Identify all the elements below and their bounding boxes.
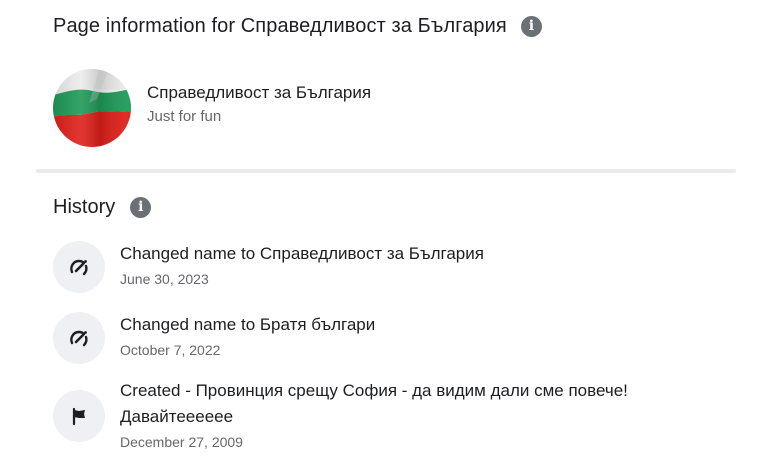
history-item-date: June 30, 2023 bbox=[120, 271, 209, 287]
page-info-title: Page information for Справедливост за Бъ… bbox=[53, 14, 507, 37]
history-item-text: Created - Провинция срещу София - да вид… bbox=[120, 378, 740, 452]
name-change-icon bbox=[53, 241, 105, 293]
bulgarian-flag-image bbox=[53, 69, 131, 147]
section-divider bbox=[36, 169, 736, 173]
page-info-panel: Page information for Справедливост за Бъ… bbox=[0, 0, 770, 462]
page-avatar[interactable] bbox=[53, 69, 131, 147]
info-icon[interactable]: i bbox=[130, 196, 152, 218]
history-header: History i bbox=[53, 193, 152, 221]
history-item: Changed name to Братя българи October 7,… bbox=[53, 312, 740, 364]
page-info-header: Page information for Справедливост за Бъ… bbox=[53, 11, 542, 41]
name-change-icon bbox=[53, 312, 105, 364]
history-item-date: October 7, 2022 bbox=[120, 342, 221, 358]
page-name[interactable]: Справедливост за България bbox=[147, 82, 371, 104]
history-item: Created - Провинция срещу София - да вид… bbox=[53, 378, 740, 452]
history-item-title: Changed name to Справедливост за Българи… bbox=[120, 244, 484, 263]
history-item-text: Changed name to Братя българи October 7,… bbox=[120, 312, 740, 360]
history-item-date: December 27, 2009 bbox=[120, 434, 243, 450]
history-item-title-line1: Created - Провинция срещу София - да вид… bbox=[120, 381, 628, 400]
page-category: Just for fun bbox=[147, 108, 222, 125]
history-item-title: Changed name to Братя българи bbox=[120, 315, 376, 334]
history-item-text: Changed name to Справедливост за Българи… bbox=[120, 241, 740, 289]
profile-text: Справедливост за България Just for fun bbox=[147, 82, 371, 128]
page-profile: Справедливост за България Just for fun bbox=[53, 69, 371, 147]
flag-icon bbox=[53, 390, 105, 442]
history-title: History bbox=[53, 195, 116, 218]
history-item-title-line2: Давайтееееее bbox=[120, 407, 234, 426]
info-icon[interactable]: i bbox=[520, 15, 542, 37]
history-item: Changed name to Справедливост за Българи… bbox=[53, 241, 740, 293]
